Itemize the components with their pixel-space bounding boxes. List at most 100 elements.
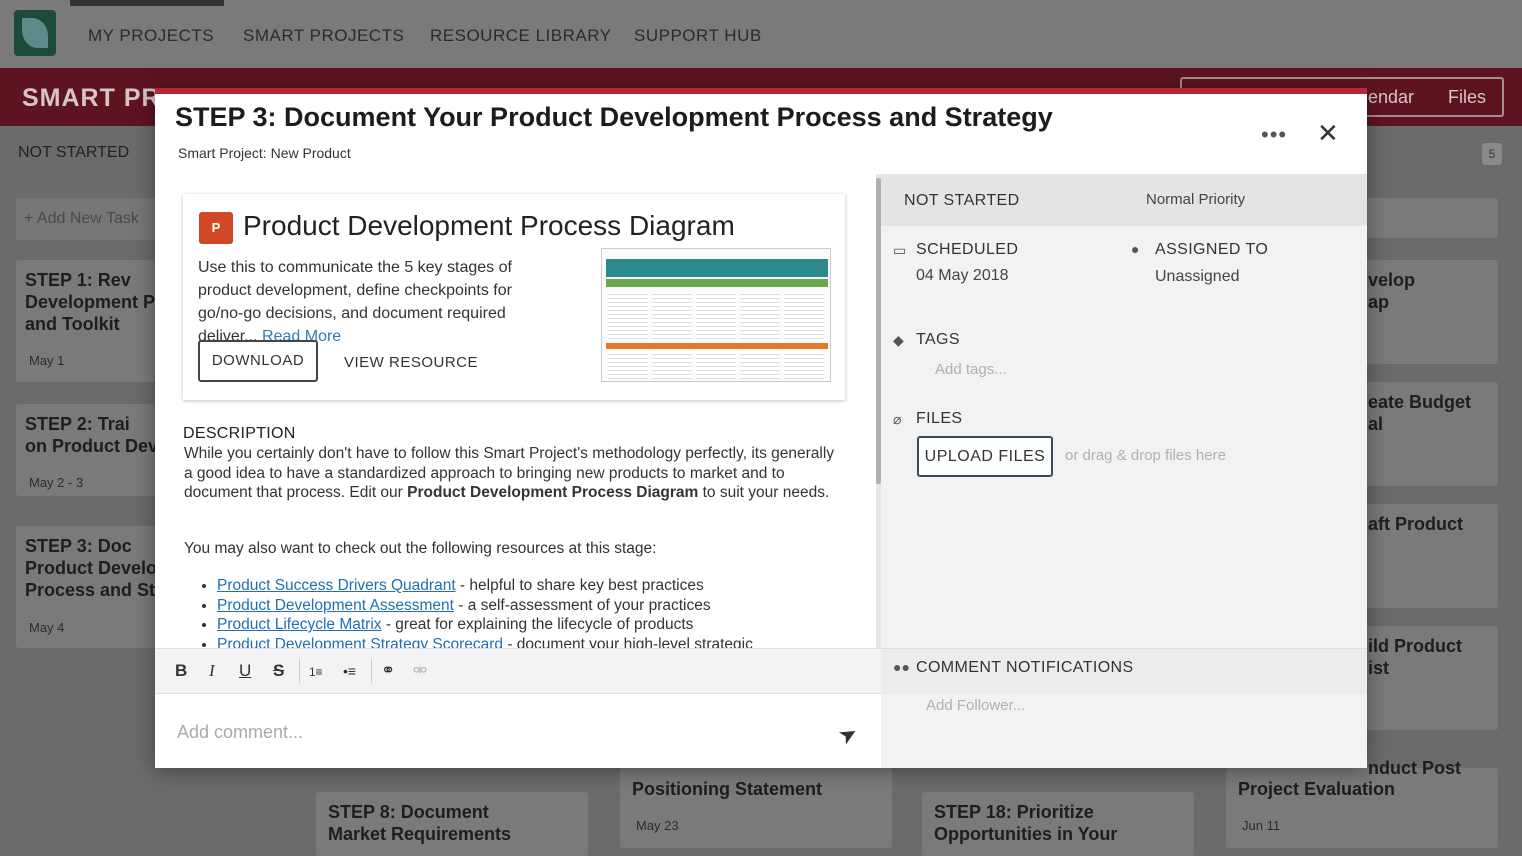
underline-button[interactable]: U [239, 661, 251, 681]
unordered-list-button[interactable]: •≡ [343, 663, 356, 679]
paperclip-icon: ⌀ [893, 411, 902, 427]
toolbar-divider [299, 659, 300, 683]
view-resource-button[interactable]: VIEW RESOURCE [344, 354, 478, 371]
list-item: Product Success Drivers Quadrant - helpf… [217, 576, 857, 596]
task-card-title: STEP 1: Rev Development P and Toolkit [25, 270, 156, 334]
ordered-list-button[interactable]: 1≡ [309, 665, 323, 679]
italic-button[interactable]: I [209, 661, 215, 681]
resource-link-list: Product Success Drivers Quadrant - helpf… [217, 576, 857, 654]
tab-files[interactable]: Files [1448, 87, 1486, 108]
thumbnail-column [608, 291, 648, 339]
thumbnail-column [652, 291, 692, 339]
nav-active-indicator [70, 0, 224, 6]
modal-accent-line [155, 88, 1367, 94]
assignee-value[interactable]: Unassigned [1155, 268, 1240, 286]
resource-link-note: - great for explaining the lifecycle of … [381, 616, 694, 633]
bold-button[interactable]: B [175, 661, 187, 681]
thumbnail-column [740, 351, 780, 379]
nav-my-projects[interactable]: MY PROJECTS [88, 26, 214, 46]
resource-description-text: Use this to communicate the 5 key stages… [198, 259, 512, 345]
unlink-icon[interactable]: ⚮ [413, 661, 427, 681]
thumbnail-stage-band [606, 279, 828, 287]
description-body: While you certainly don't have to follow… [184, 444, 844, 503]
task-card-date: May 1 [29, 353, 65, 368]
assigned-label: ASSIGNED TO [1155, 241, 1269, 258]
nav-resource-library[interactable]: RESOURCE LIBRARY [430, 26, 612, 46]
thumbnail-checkpoint-band [606, 343, 828, 349]
upload-files-button[interactable]: UPLOAD FILES [917, 436, 1053, 477]
user-icon: ● [1131, 241, 1140, 257]
thumbnail-column [696, 291, 736, 339]
project-title: SMART PR [22, 84, 161, 112]
resource-card: P Product Development Process Diagram Us… [183, 194, 845, 400]
more-options-icon[interactable]: ••• [1261, 122, 1287, 148]
link-icon[interactable]: ⚭ [381, 661, 395, 681]
comment-input-area[interactable]: Add comment... ➤ [155, 694, 881, 768]
modal-subtitle: Smart Project: New Product [178, 145, 351, 161]
comment-input[interactable]: Add comment... [177, 722, 303, 743]
task-card-title: aft Product [1368, 514, 1464, 534]
resource-link[interactable]: Product Lifecycle Matrix [217, 616, 382, 633]
add-follower-input[interactable]: Add Follower... [926, 697, 1025, 714]
resource-link[interactable]: Product Success Drivers Quadrant [217, 577, 456, 594]
thumbnail-column [696, 351, 736, 379]
task-card-title: velop ap [1368, 270, 1416, 312]
thumbnail-column [608, 351, 648, 379]
scheduled-label: SCHEDULED [916, 241, 1019, 258]
calendar-icon: ▭ [893, 242, 907, 258]
task-card-title: STEP 3: Doc Product Develo Process and S… [25, 536, 158, 600]
list-item: Product Development Assessment - a self-… [217, 596, 857, 616]
app-logo[interactable] [14, 10, 56, 56]
resource-link-note: - helpful to share key best practices [455, 577, 704, 594]
thumbnail-header-band [606, 259, 828, 277]
tags-input[interactable]: Add tags... [935, 361, 1007, 378]
task-card-date: May 23 [636, 818, 679, 833]
priority-dropdown[interactable]: Normal Priority [1146, 191, 1245, 208]
task-card-date: Jun 11 [1242, 818, 1281, 833]
followers-icon: ●● [893, 659, 910, 675]
tab-calendar[interactable]: lendar [1364, 87, 1414, 108]
files-label: FILES [916, 410, 963, 427]
column-heading: NOT STARTED [18, 144, 130, 161]
description-heading: DESCRIPTION [183, 425, 296, 442]
nav-smart-projects[interactable]: SMART PROJECTS [243, 26, 404, 46]
close-icon[interactable]: ✕ [1317, 118, 1339, 149]
thumbnail-column [652, 351, 692, 379]
powerpoint-icon: P [199, 212, 233, 244]
comment-notifications-label: COMMENT NOTIFICATIONS [916, 659, 1134, 676]
resource-description: Use this to communicate the 5 key stages… [198, 256, 548, 348]
task-card[interactable] [1366, 198, 1498, 238]
task-card-date: May 4 [29, 620, 65, 635]
strikethrough-button[interactable]: S [273, 661, 284, 681]
resource-thumbnail[interactable] [601, 248, 831, 382]
thumbnail-column [784, 351, 824, 379]
add-task-button[interactable]: + Add New Task [16, 198, 156, 240]
send-icon[interactable]: ➤ [834, 719, 863, 751]
status-dropdown[interactable]: NOT STARTED [904, 192, 1020, 210]
description-bold-text: Product Development Process Diagram [407, 484, 699, 501]
resource-link[interactable]: Product Development Assessment [217, 597, 454, 614]
toolbar-divider [371, 659, 372, 683]
task-detail-modal: STEP 3: Document Your Product Developmen… [155, 88, 1367, 768]
task-card-title: STEP 8: Document Market Requirements [328, 802, 512, 844]
tags-label: TAGS [916, 331, 960, 348]
modal-title: STEP 3: Document Your Product Developmen… [175, 102, 1053, 132]
scheduled-date[interactable]: 04 May 2018 [916, 267, 1009, 285]
thumbnail-column [740, 291, 780, 339]
resource-title: Product Development Process Diagram [243, 210, 735, 241]
download-button[interactable]: DOWNLOAD [198, 340, 318, 382]
thumbnail-column [784, 291, 824, 339]
task-card-title: ild Product ist [1368, 636, 1462, 678]
nav-support-hub[interactable]: SUPPORT HUB [634, 26, 762, 46]
task-card-title: eate Budget al [1368, 392, 1472, 434]
task-card-title: nduct Post [1368, 758, 1461, 778]
description-text: to suit your needs. [698, 484, 830, 501]
task-card-date: May 2 - 3 [29, 475, 84, 490]
tag-icon: ◆ [893, 332, 904, 348]
task-card-title: STEP 18: Prioritize Opportunities in You… [934, 802, 1118, 844]
task-card-title: Project Evaluation [1238, 779, 1396, 799]
resource-link-note: - a self-assessment of your practices [453, 596, 711, 614]
comment-formatting-toolbar: B I U S 1≡ •≡ ⚭ ⚮ [155, 648, 881, 694]
top-navigation: MY PROJECTS SMART PROJECTS RESOURCE LIBR… [0, 0, 1522, 68]
drop-zone-hint[interactable]: or drag & drop files here [1065, 447, 1226, 464]
